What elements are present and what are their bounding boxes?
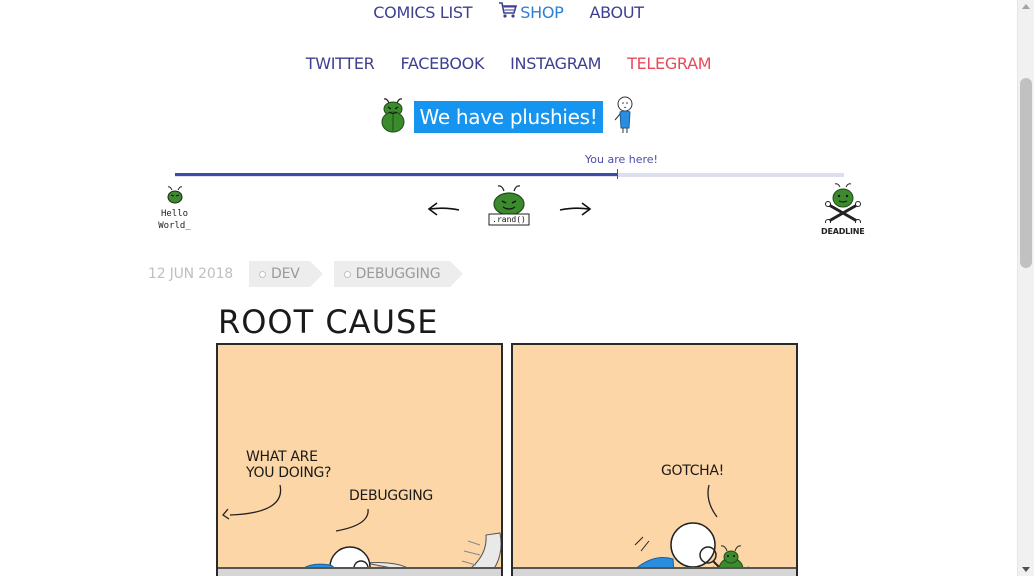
- plushies-promo: We have plushies!: [0, 96, 1017, 138]
- telegram-link[interactable]: TELEGRAM: [627, 54, 711, 73]
- green-bug-mascot-icon: [380, 97, 406, 137]
- stick-figure-icon: [611, 96, 637, 138]
- post-meta: 12 JUN 2018 DEV DEBUGGING: [148, 261, 474, 287]
- comic-title: ROOT CAUSE: [218, 303, 439, 341]
- comics-list-link[interactable]: COMICS LIST: [373, 3, 472, 22]
- social-nav: TWITTER FACEBOOK INSTAGRAM TELEGRAM: [0, 52, 1017, 74]
- previous-comic-button[interactable]: [427, 201, 461, 221]
- you-are-here-label: You are here!: [585, 153, 658, 166]
- main-nav: COMICS LIST SHOP ABOUT: [0, 0, 1017, 24]
- scroll-down-icon[interactable]: [1022, 567, 1030, 572]
- instagram-link[interactable]: INSTAGRAM: [510, 54, 601, 73]
- shopping-cart-icon: [498, 1, 518, 23]
- comic-navigation: Hello World_ .rand() DEADLINE: [0, 183, 1017, 236]
- first-comic-label-line2: World_: [158, 221, 191, 231]
- shop-link-label: SHOP: [520, 2, 564, 22]
- plushies-button[interactable]: We have plushies!: [413, 101, 604, 133]
- scroll-up-icon[interactable]: [1022, 4, 1030, 9]
- panel-1-drawing: [222, 484, 501, 576]
- progress-marker: [617, 169, 618, 179]
- first-comic-link[interactable]: Hello World_: [152, 186, 197, 232]
- comic-panel-2: GOTCHA!: [511, 343, 798, 576]
- panel-1-floor: [218, 567, 501, 576]
- tag-dev[interactable]: DEV: [249, 261, 323, 287]
- about-link[interactable]: ABOUT: [589, 3, 644, 22]
- skull-bug-icon: [824, 183, 861, 225]
- panel-2-floor: [513, 567, 796, 576]
- archive-progress-bar: [175, 169, 844, 179]
- post-date: 12 JUN 2018: [148, 266, 233, 282]
- shop-link[interactable]: SHOP: [498, 1, 564, 23]
- random-comic-label: .rand(): [492, 215, 526, 224]
- arrow-right-icon: [559, 202, 592, 216]
- scrollbar-thumb[interactable]: [1020, 78, 1032, 268]
- tag-debugging[interactable]: DEBUGGING: [333, 261, 464, 287]
- latest-comic-label: DEADLINE: [821, 227, 865, 236]
- vertical-scrollbar[interactable]: [1017, 0, 1034, 576]
- panel-2-drawing: [552, 484, 750, 576]
- twitter-link[interactable]: TWITTER: [306, 54, 375, 73]
- next-comic-button[interactable]: [558, 201, 592, 221]
- progress-fill: [175, 173, 617, 176]
- random-comic-button[interactable]: .rand(): [486, 183, 532, 233]
- comic-panel-1: WHAT ARE YOU DOING? DEBUGGING: [216, 343, 503, 576]
- small-bug-icon: [165, 186, 185, 208]
- first-comic-label-line1: Hello: [160, 209, 189, 219]
- facebook-link[interactable]: FACEBOOK: [400, 54, 484, 73]
- arrow-left-icon: [427, 202, 460, 216]
- latest-comic-link[interactable]: DEADLINE: [821, 183, 865, 236]
